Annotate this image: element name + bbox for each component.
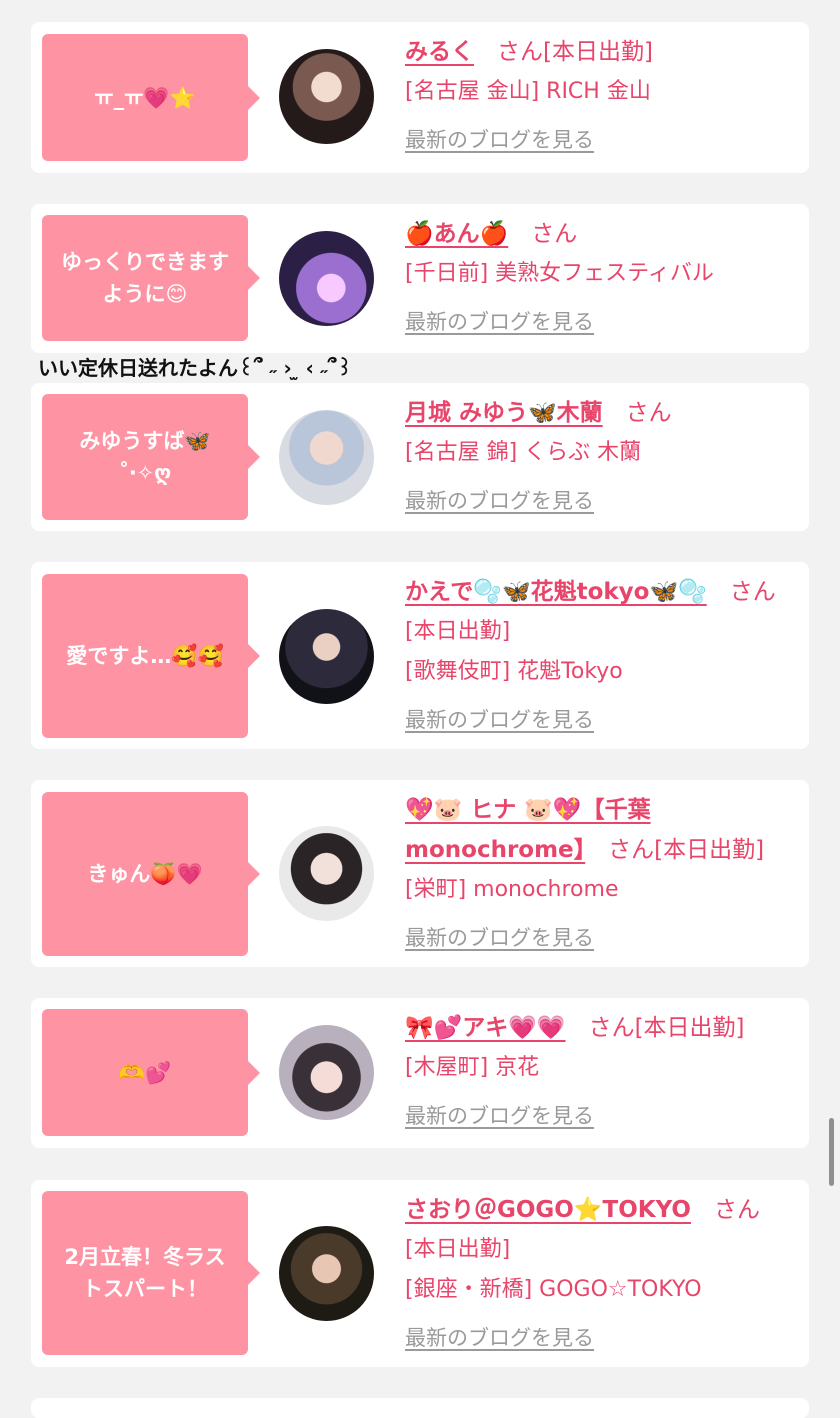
status-text: [本日出勤] xyxy=(405,619,511,644)
shop-info: [歌舞伎町] 花魁Tokyo xyxy=(405,659,623,684)
girl-card: ゆっくりできます ように😊 🍎あん🍎 さん [千日前] 美熟女フェスティバル 最… xyxy=(31,204,809,353)
status-text: [本日出勤] xyxy=(543,39,653,65)
shop-info: [名古屋 錦] くらぶ 木蘭 xyxy=(405,440,642,465)
avatar[interactable] xyxy=(279,826,374,921)
name-line: 🎀💕アキ💗💗 さん[本日出勤] xyxy=(405,1008,805,1048)
girl-card: みゆうすば🦋 ˚‧✧ღ 月城 みゆう🦋木蘭 さん [名古屋 錦] くらぶ 木蘭 … xyxy=(31,383,809,531)
girl-info: 💖🐷 ヒナ 🐷💖【千葉 monochrome】 さん[本日出勤] [栄町] mo… xyxy=(405,790,805,958)
girl-name-link[interactable]: かえで🫧🦋花魁tokyo🦋🫧 xyxy=(405,579,707,605)
girl-name-link[interactable]: さおり＠GOGO⭐️TOKYO xyxy=(405,1197,691,1223)
scrollbar[interactable] xyxy=(829,1118,834,1186)
comment-bubble: きゅん🍑💗 xyxy=(42,792,260,956)
avatar[interactable] xyxy=(279,231,374,326)
name-line: さおり＠GOGO⭐️TOKYO さん xyxy=(405,1190,805,1230)
girl-info: かえで🫧🦋花魁tokyo🦋🫧 さん [本日出勤] [歌舞伎町] 花魁Tokyo … xyxy=(405,572,805,740)
comment-bubble: 2月立春！冬ラス トスパート！ xyxy=(42,1191,260,1355)
girl-card: 2月立春！冬ラス トスパート！ さおり＠GOGO⭐️TOKYO さん [本日出勤… xyxy=(31,1180,809,1367)
honorific: さん xyxy=(497,39,543,65)
girl-name-link[interactable]: 月城 みゆう🦋木蘭 xyxy=(405,400,603,426)
comment-bubble: ゆっくりできます ように😊 xyxy=(42,215,260,341)
status-text: [本日出勤] xyxy=(634,1015,745,1041)
avatar[interactable] xyxy=(279,1226,374,1321)
shop-info: [栄町] monochrome xyxy=(405,877,619,902)
shop-info: [銀座・新橋] GOGO☆TOKYO xyxy=(405,1277,702,1302)
latest-blog-link[interactable]: 最新のブログを見る xyxy=(405,481,594,521)
status-text: [本日出勤] xyxy=(654,837,765,863)
comment-bubble: 🫶💕 xyxy=(42,1009,260,1136)
girl-name-link[interactable]: 🎀💕アキ💗💗 xyxy=(405,1015,566,1041)
girl-info: 🍎あん🍎 さん [千日前] 美熟女フェスティバル 最新のブログを見る xyxy=(405,214,805,342)
latest-blog-link[interactable]: 最新のブログを見る xyxy=(405,700,594,740)
name-line: 💖🐷 ヒナ 🐷💖【千葉 monochrome】 さん[本日出勤] xyxy=(405,790,805,870)
latest-blog-link[interactable]: 最新のブログを見る xyxy=(405,1096,594,1136)
honorific: さん xyxy=(713,1197,760,1223)
girl-name-link[interactable]: みるく xyxy=(405,39,474,65)
latest-blog-link[interactable]: 最新のブログを見る xyxy=(405,120,594,160)
avatar[interactable] xyxy=(279,1025,374,1120)
shop-info: [木屋町] 京花 xyxy=(405,1055,540,1080)
latest-blog-link[interactable]: 最新のブログを見る xyxy=(405,302,594,342)
girl-info: さおり＠GOGO⭐️TOKYO さん [本日出勤] [銀座・新橋] GOGO☆T… xyxy=(405,1190,805,1358)
status-text: [本日出勤] xyxy=(405,1237,511,1262)
honorific: さん xyxy=(729,579,776,605)
girl-card: きゅん🍑💗 💖🐷 ヒナ 🐷💖【千葉 monochrome】 さん[本日出勤] [… xyxy=(31,780,809,967)
girl-info: 🎀💕アキ💗💗 さん[本日出勤] [木屋町] 京花 最新のブログを見る xyxy=(405,1008,805,1136)
shop-info: [名古屋 金山] RICH 金山 xyxy=(405,79,651,104)
shop-info: [千日前] 美熟女フェスティバル xyxy=(405,261,714,286)
comment-bubble: みゆうすば🦋 ˚‧✧ღ xyxy=(42,394,260,520)
girl-info: 月城 みゆう🦋木蘭 さん [名古屋 錦] くらぶ 木蘭 最新のブログを見る xyxy=(405,393,805,521)
latest-blog-link[interactable]: 最新のブログを見る xyxy=(405,1318,594,1358)
comment-bubble: 愛ですよ…🥰🥰 xyxy=(42,574,260,738)
girl-card: ㅠ_ㅠ💗⭐️ みるく さん[本日出勤] [名古屋 金山] RICH 金山 最新の… xyxy=(31,22,809,173)
honorific: さん xyxy=(588,1015,635,1041)
name-line: 月城 みゆう🦋木蘭 さん xyxy=(405,393,805,433)
name-line: 🍎あん🍎 さん xyxy=(405,214,805,254)
girl-info: みるく さん[本日出勤] [名古屋 金山] RICH 金山 最新のブログを見る xyxy=(405,32,805,160)
name-line: みるく さん[本日出勤] xyxy=(405,32,805,72)
honorific: さん xyxy=(608,837,655,863)
honorific: さん xyxy=(531,221,578,247)
avatar[interactable] xyxy=(279,410,374,505)
girl-name-link[interactable]: 🍎あん🍎 xyxy=(405,221,508,247)
name-line: かえで🫧🦋花魁tokyo🦋🫧 さん xyxy=(405,572,805,612)
girl-card: 🫶💕 🎀💕アキ💗💗 さん[本日出勤] [木屋町] 京花 最新のブログを見る xyxy=(31,998,809,1148)
latest-blog-link[interactable]: 最新のブログを見る xyxy=(405,918,594,958)
between-text: いい定休日送れたよん꒰՞ ˶ › ̫ ‹ ˶՞꒱ xyxy=(38,356,353,380)
avatar[interactable] xyxy=(279,49,374,144)
honorific: さん xyxy=(625,400,672,426)
girl-card: 愛ですよ…🥰🥰 かえで🫧🦋花魁tokyo🦋🫧 さん [本日出勤] [歌舞伎町] … xyxy=(31,562,809,749)
avatar[interactable] xyxy=(279,609,374,704)
girl-card-partial xyxy=(31,1398,809,1418)
comment-bubble: ㅠ_ㅠ💗⭐️ xyxy=(42,34,260,161)
